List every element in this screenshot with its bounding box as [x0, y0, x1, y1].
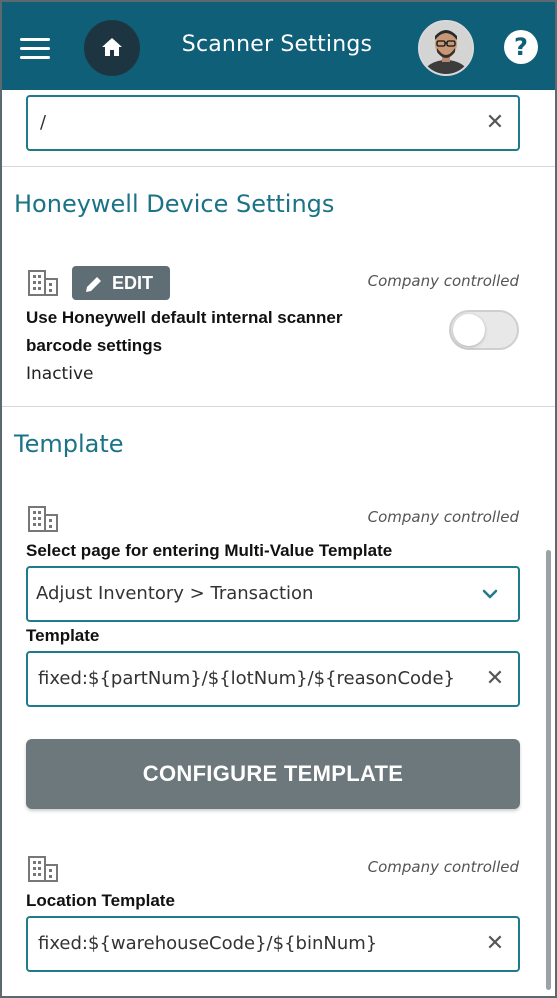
pencil-icon: [86, 277, 101, 292]
company-controlled-label: Company controlled: [367, 272, 519, 290]
page-title: Scanner Settings: [181, 32, 373, 57]
close-icon[interactable]: ✕: [482, 665, 508, 691]
honeywell-setting-label-line1: Use Honeywell default internal scanner: [26, 308, 343, 327]
location-template-value: fixed:${warehouseCode}/${binNum}: [38, 933, 378, 954]
page-select[interactable]: Adjust Inventory > Transaction: [26, 566, 520, 622]
building-icon: [28, 506, 58, 532]
building-icon: [28, 270, 58, 296]
separator-field[interactable]: / ✕: [26, 95, 520, 151]
building-icon: [28, 856, 58, 882]
divider: [2, 166, 555, 167]
template-input[interactable]: fixed:${partNum}/${lotNum}/${reasonCode}…: [26, 651, 520, 707]
honeywell-setting-label-line2: barcode settings: [26, 336, 163, 355]
close-icon[interactable]: ✕: [482, 109, 508, 135]
section-title-template: Template: [14, 430, 124, 458]
template-input-value: fixed:${partNum}/${lotNum}/${reasonCode}: [38, 668, 455, 689]
hamburger-icon[interactable]: [20, 38, 50, 60]
toggle-knob: [453, 314, 485, 346]
page-select-value: Adjust Inventory > Transaction: [36, 583, 314, 604]
user-avatar[interactable]: [418, 20, 474, 76]
configure-template-button[interactable]: CONFIGURE TEMPLATE: [26, 739, 520, 809]
select-page-label: Select page for entering Multi-Value Tem…: [26, 541, 393, 560]
help-button[interactable]: ?: [504, 30, 538, 64]
scrollbar[interactable]: [546, 550, 551, 990]
home-icon: [102, 38, 122, 56]
edit-button-label: EDIT: [112, 273, 154, 293]
app-frame: Scanner Settings ? / ✕ Honeywell Device …: [0, 0, 557, 998]
company-controlled-label: Company controlled: [367, 858, 519, 876]
company-controlled-label: Company controlled: [367, 508, 519, 526]
divider: [2, 406, 555, 407]
edit-button[interactable]: EDIT: [72, 266, 170, 300]
home-button[interactable]: [84, 20, 140, 76]
configure-template-label: CONFIGURE TEMPLATE: [142, 761, 404, 786]
location-template-label: Location Template: [26, 891, 175, 910]
honeywell-setting-status: Inactive: [26, 364, 94, 384]
close-icon[interactable]: ✕: [482, 930, 508, 956]
help-icon: ?: [514, 33, 528, 61]
separator-field-value: /: [40, 112, 47, 133]
app-header: Scanner Settings ?: [2, 2, 555, 90]
location-template-input[interactable]: fixed:${warehouseCode}/${binNum} ✕: [26, 916, 520, 972]
template-field-label: Template: [26, 626, 100, 645]
chevron-down-icon[interactable]: [478, 582, 502, 606]
honeywell-default-toggle[interactable]: [449, 310, 519, 350]
section-title-honeywell: Honeywell Device Settings: [14, 190, 335, 218]
